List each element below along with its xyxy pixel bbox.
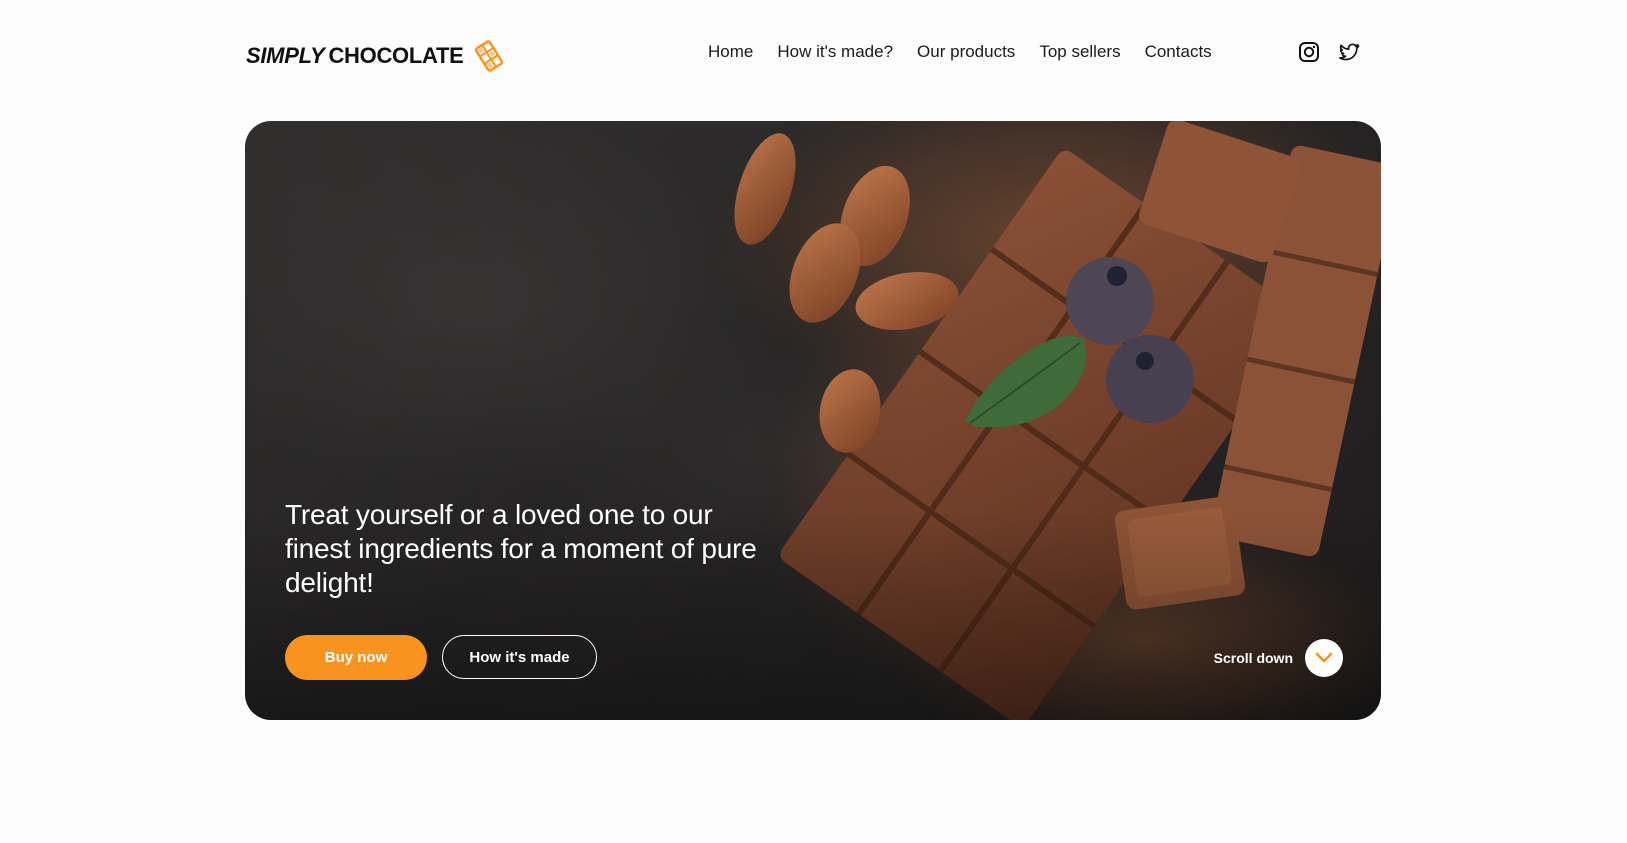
brand-name: CHOCOLATE — [328, 43, 464, 68]
hero-banner: Treat yourself or a loved one to our fin… — [245, 121, 1381, 720]
hero-title: Treat yourself or a loved one to our fin… — [285, 499, 757, 598]
how-its-made-button[interactable]: How it's made — [442, 635, 597, 679]
site-header: SIMPLY CHOCOLATE Home How it's made? Our… — [0, 0, 1627, 110]
buy-now-button[interactable]: Buy now — [285, 635, 427, 680]
main-nav: Home How it's made? Our products Top sel… — [708, 42, 1236, 62]
hero-overlay — [245, 121, 1381, 720]
brand-name-italic: SIMPLY — [246, 43, 325, 68]
nav-top-sellers[interactable]: Top sellers — [1039, 42, 1120, 62]
instagram-icon[interactable] — [1298, 41, 1320, 63]
brand-logo[interactable]: SIMPLY CHOCOLATE — [246, 40, 505, 72]
nav-contacts[interactable]: Contacts — [1145, 42, 1212, 62]
twitter-icon[interactable] — [1338, 41, 1360, 63]
chocolate-bar-icon — [473, 40, 505, 72]
nav-our-products[interactable]: Our products — [917, 42, 1015, 62]
scroll-down-button[interactable]: Scroll down — [1214, 639, 1343, 677]
social-links — [1298, 41, 1360, 63]
nav-home[interactable]: Home — [708, 42, 753, 62]
chevron-down-icon[interactable] — [1305, 639, 1343, 677]
nav-how-its-made[interactable]: How it's made? — [777, 42, 893, 62]
scroll-down-label: Scroll down — [1213, 650, 1293, 666]
